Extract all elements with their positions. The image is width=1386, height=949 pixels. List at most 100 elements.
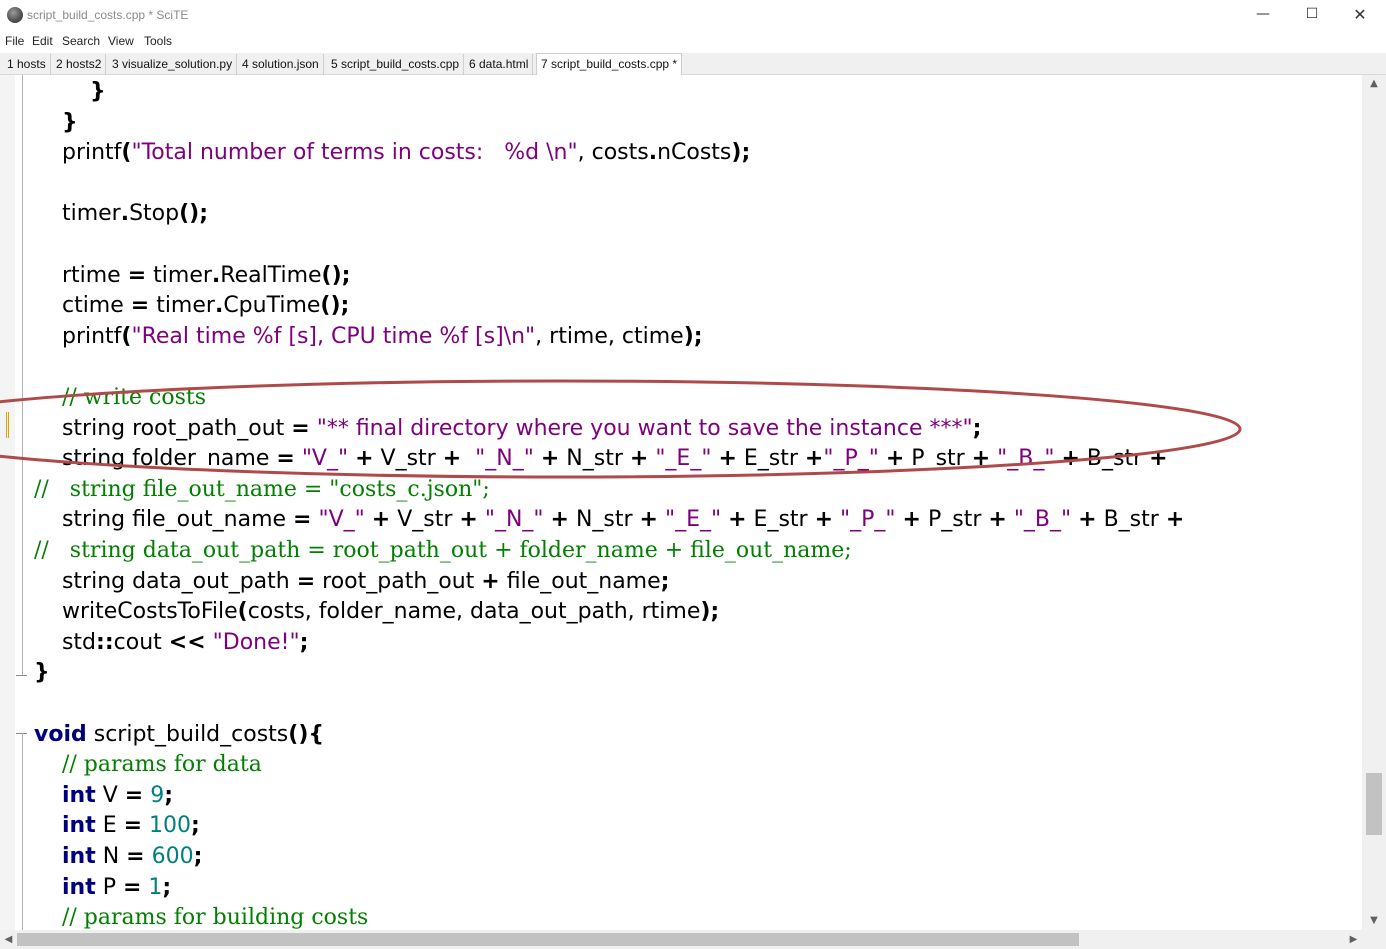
window-title: script_build_costs.cpp * SciTE bbox=[27, 8, 189, 22]
code-token: string folder_name bbox=[34, 446, 277, 472]
code-token: + bbox=[442, 446, 462, 472]
code-line[interactable]: writeCostsToFile(costs, folder_name, dat… bbox=[34, 597, 719, 627]
tab-script-build-costs-7[interactable]: 7 script_build_costs.cpp * bbox=[536, 53, 683, 76]
code-token: (); bbox=[320, 293, 350, 319]
tab-data-html[interactable]: 6 data.html bbox=[465, 54, 534, 75]
tab-script-build-costs-5[interactable]: 5 script_build_costs.cpp bbox=[327, 54, 465, 75]
code-line[interactable]: printf("Total number of terms in costs: … bbox=[34, 138, 750, 168]
code-token: = bbox=[276, 446, 295, 472]
code-token: root_path_out bbox=[315, 568, 482, 594]
code-token: "_E_" bbox=[664, 507, 722, 533]
tab-solution-json[interactable]: 4 solution.json bbox=[238, 54, 324, 75]
code-line[interactable]: } bbox=[34, 658, 50, 688]
code-token: , costs bbox=[577, 140, 649, 166]
code-line[interactable]: int E = 100; bbox=[34, 811, 200, 841]
title-bar: script_build_costs.cpp * SciTE — ☐ ✕ bbox=[0, 0, 1386, 31]
code-line[interactable]: timer.Stop(); bbox=[34, 199, 208, 229]
code-token: = bbox=[127, 262, 147, 288]
code-line[interactable]: // string file_out_name = "costs_c.json"… bbox=[34, 475, 490, 505]
scroll-left-icon[interactable]: ◀ bbox=[0, 930, 17, 949]
minimize-button[interactable]: — bbox=[1240, 0, 1286, 31]
code-line[interactable]: } bbox=[34, 108, 78, 138]
code-token: + bbox=[481, 568, 500, 594]
code-line[interactable]: int P = 1; bbox=[34, 873, 171, 903]
code-token: + bbox=[902, 507, 921, 533]
code-token: + bbox=[804, 446, 824, 472]
tab-hosts2[interactable]: 2 hosts2 bbox=[52, 54, 107, 75]
code-line[interactable]: string file_out_name = "V_" + V_str + "_… bbox=[34, 505, 1184, 535]
code-token: costs, folder_name, data_out_path, rtime bbox=[247, 599, 701, 625]
horizontal-scroll-thumb[interactable] bbox=[17, 933, 1079, 946]
code-token: = bbox=[123, 813, 143, 839]
code-token: + bbox=[814, 507, 834, 533]
code-token: "_N_" bbox=[484, 507, 544, 533]
menu-edit[interactable]: Edit bbox=[32, 34, 53, 48]
close-button[interactable]: ✕ bbox=[1337, 0, 1383, 31]
code-token: cout bbox=[113, 629, 169, 655]
menu-file[interactable]: File bbox=[5, 34, 24, 48]
code-token: } bbox=[61, 109, 78, 135]
code-token: P bbox=[95, 874, 123, 900]
code-line[interactable]: void script_build_costs(){ bbox=[34, 720, 324, 750]
code-token: = bbox=[130, 293, 150, 319]
code-line[interactable]: // write costs bbox=[34, 383, 206, 413]
code-line[interactable]: // params for building costs bbox=[34, 903, 368, 930]
fold-line bbox=[22, 733, 23, 930]
scroll-down-icon[interactable]: ▼ bbox=[1362, 912, 1386, 930]
menu-tools[interactable]: Tools bbox=[144, 34, 172, 48]
code-token: printf bbox=[34, 323, 122, 349]
code-token: RealTime bbox=[220, 262, 322, 288]
fold-line bbox=[22, 75, 23, 675]
menu-search[interactable]: Search bbox=[62, 34, 100, 48]
code-token: script_build_costs bbox=[86, 721, 289, 747]
code-line[interactable]: int N = 600; bbox=[34, 842, 202, 872]
code-token: :: bbox=[96, 629, 114, 655]
code-token: + bbox=[550, 507, 569, 533]
code-line[interactable]: ctime = timer.CpuTime(); bbox=[34, 291, 349, 321]
code-token: int bbox=[61, 782, 96, 808]
code-line[interactable]: printf("Real time %f [s], CPU time %f [s… bbox=[34, 322, 703, 352]
code-token: (); bbox=[321, 262, 351, 288]
maximize-button[interactable]: ☐ bbox=[1289, 0, 1335, 31]
code-editor[interactable]: } } printf("Total number of terms in cos… bbox=[0, 75, 1362, 930]
code-token: + bbox=[885, 446, 905, 472]
code-line[interactable]: int V = 9; bbox=[34, 781, 173, 811]
code-line[interactable]: rtime = timer.RealTime(); bbox=[34, 261, 351, 291]
code-line[interactable]: std::cout << "Done!"; bbox=[34, 628, 308, 658]
menu-view[interactable]: View bbox=[108, 34, 134, 48]
vertical-scroll-thumb[interactable] bbox=[1366, 773, 1382, 835]
code-line[interactable]: // params for data bbox=[34, 750, 262, 780]
code-token: + bbox=[1061, 446, 1080, 472]
fold-margin[interactable] bbox=[0, 75, 15, 930]
code-token: 100 bbox=[149, 813, 192, 839]
code-token: B_str bbox=[1096, 507, 1166, 533]
code-token: = bbox=[126, 844, 145, 869]
code-line[interactable]: // string data_out_path = root_path_out … bbox=[34, 536, 852, 566]
scrollbar-corner bbox=[1362, 930, 1386, 949]
code-token: "** final directory where you want to sa… bbox=[316, 415, 973, 441]
code-line[interactable]: string root_path_out = "** final directo… bbox=[34, 414, 981, 444]
horizontal-scrollbar[interactable]: ◀ ▶ bbox=[0, 930, 1362, 949]
vertical-scrollbar[interactable]: ▲ ▼ bbox=[1362, 75, 1386, 930]
code-token: = bbox=[296, 568, 316, 594]
code-token: (); bbox=[179, 201, 209, 227]
code-line[interactable]: string folder_name = "V_" + V_str + "_N_… bbox=[34, 444, 1168, 474]
code-token: , rtime, ctime bbox=[535, 323, 684, 349]
code-token: string data_out_path bbox=[34, 568, 297, 594]
scroll-right-icon[interactable]: ▶ bbox=[1345, 930, 1362, 949]
scroll-up-icon[interactable]: ▲ bbox=[1362, 75, 1386, 93]
code-token: + bbox=[971, 446, 991, 472]
code-line[interactable]: } bbox=[34, 77, 106, 107]
tab-visualize-solution[interactable]: 3 visualize_solution.py bbox=[108, 54, 238, 75]
code-token: nCosts bbox=[657, 140, 732, 166]
tab-hosts[interactable]: 1 hosts bbox=[3, 54, 51, 75]
code-line[interactable]: string data_out_path = root_path_out + f… bbox=[34, 567, 670, 597]
